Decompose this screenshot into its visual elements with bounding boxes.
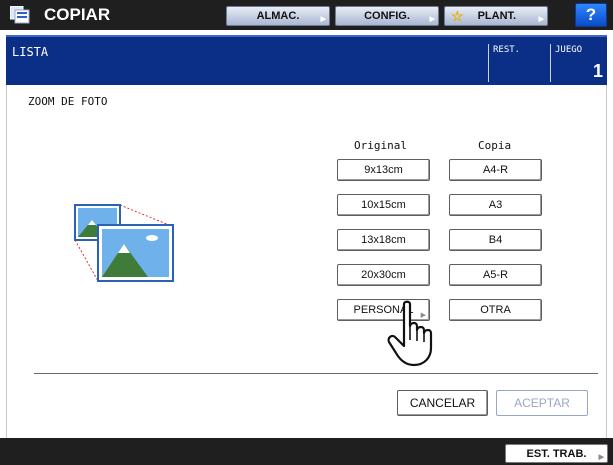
copia-header: Copia bbox=[478, 139, 512, 152]
pointing-hand-icon bbox=[387, 300, 433, 367]
star-icon: ☆ bbox=[451, 7, 464, 24]
separator bbox=[550, 44, 551, 82]
config-button-label: CONFIG. bbox=[364, 10, 410, 22]
original-10x15-button[interactable]: 10x15cm bbox=[337, 194, 430, 216]
job-status-button[interactable]: EST. TRAB. ▶ bbox=[505, 444, 608, 463]
arrow-right-icon: ▶ bbox=[429, 16, 435, 23]
status-title: LISTA bbox=[12, 45, 49, 59]
arrow-right-icon: ▶ bbox=[320, 16, 326, 23]
plant-button-label: PLANT. bbox=[477, 10, 517, 22]
cancel-button[interactable]: CANCELAR bbox=[397, 390, 488, 416]
status-bar: LISTA REST. JUEGO 1 bbox=[6, 35, 607, 85]
original-9x13-button[interactable]: 9x13cm bbox=[337, 159, 430, 181]
almac-button[interactable]: ALMAC. ▶ bbox=[226, 6, 330, 26]
photo-zoom-illustration bbox=[74, 204, 174, 282]
copia-a5r-button[interactable]: A5-R bbox=[449, 264, 542, 286]
copies-count: 1 bbox=[592, 61, 603, 81]
page-title: ZOOM DE FOTO bbox=[28, 95, 108, 108]
juego-label: JUEGO bbox=[555, 45, 583, 55]
divider bbox=[34, 373, 598, 374]
copia-otra-button[interactable]: OTRA bbox=[449, 299, 542, 321]
help-button[interactable]: ? bbox=[575, 3, 607, 27]
app-title: COPIAR bbox=[44, 5, 111, 24]
arrow-right-icon: ▶ bbox=[538, 16, 544, 23]
job-status-label: EST. TRAB. bbox=[526, 447, 587, 460]
original-header: Original bbox=[354, 139, 407, 152]
rest-label: REST. bbox=[493, 45, 521, 55]
arrow-right-icon: ▶ bbox=[598, 454, 604, 461]
original-20x30-button[interactable]: 20x30cm bbox=[337, 264, 430, 286]
accept-button[interactable]: ACEPTAR bbox=[496, 390, 588, 416]
original-13x18-button[interactable]: 13x18cm bbox=[337, 229, 430, 251]
separator bbox=[488, 44, 489, 82]
copia-b4-button[interactable]: B4 bbox=[449, 229, 542, 251]
copia-a3-button[interactable]: A3 bbox=[449, 194, 542, 216]
copia-a4r-button[interactable]: A4-R bbox=[449, 159, 542, 181]
config-button[interactable]: CONFIG. ▶ bbox=[335, 6, 439, 26]
almac-button-label: ALMAC. bbox=[256, 10, 300, 22]
plant-button[interactable]: ☆ PLANT. ▶ bbox=[444, 6, 548, 26]
copy-app-icon bbox=[10, 6, 30, 24]
